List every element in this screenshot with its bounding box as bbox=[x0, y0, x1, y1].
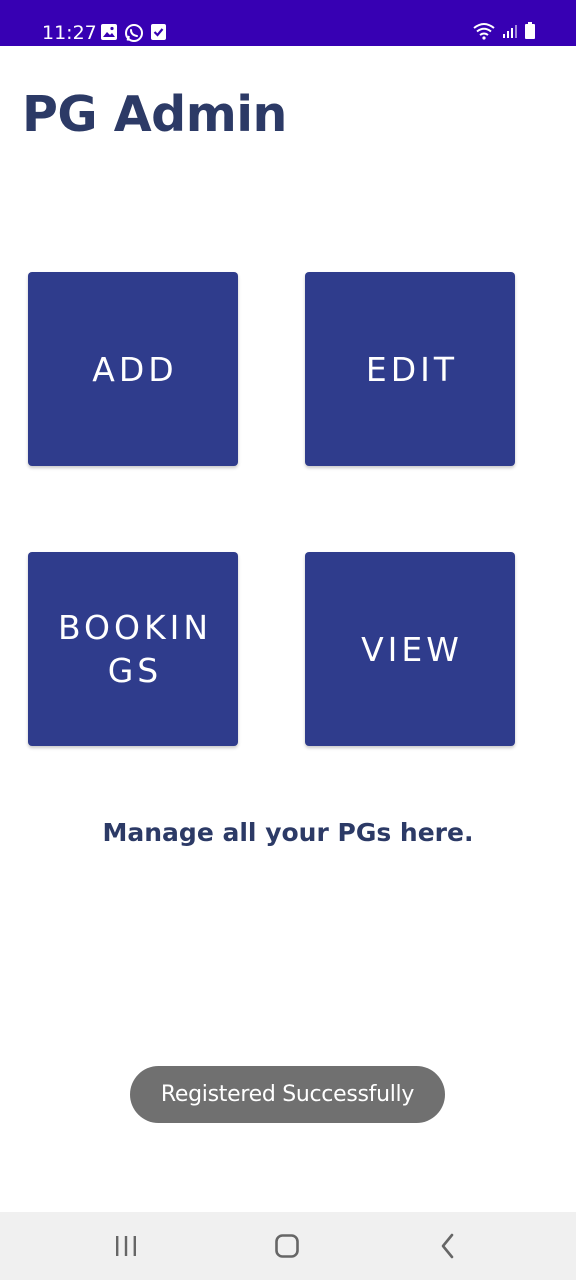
bookings-button[interactable]: BOOKINGS bbox=[28, 552, 238, 746]
recent-apps-icon bbox=[116, 1236, 136, 1256]
tagline: Manage all your PGs here. bbox=[102, 818, 474, 847]
recent-apps-button[interactable] bbox=[81, 1212, 171, 1280]
whatsapp-icon bbox=[125, 24, 143, 42]
view-button[interactable]: VIEW bbox=[305, 552, 515, 746]
battery-icon bbox=[525, 22, 535, 39]
wifi-icon bbox=[473, 23, 495, 40]
navigation-bar bbox=[0, 1212, 576, 1280]
home-icon bbox=[275, 1234, 299, 1258]
view-button-label: VIEW bbox=[361, 629, 463, 669]
task-check-icon bbox=[151, 24, 166, 40]
toast-message: Registered Successfully bbox=[130, 1066, 445, 1123]
add-button[interactable]: ADD bbox=[28, 272, 238, 466]
toast-text: Registered Successfully bbox=[160, 1082, 415, 1107]
status-time: 11:27 bbox=[42, 22, 97, 44]
home-button[interactable] bbox=[242, 1212, 332, 1280]
cellular-signal-icon bbox=[503, 25, 517, 38]
page-title: PG Admin bbox=[22, 86, 287, 143]
notification-icons bbox=[100, 23, 167, 43]
back-button[interactable] bbox=[403, 1212, 493, 1280]
edit-button[interactable]: EDIT bbox=[305, 272, 515, 466]
gallery-icon bbox=[101, 24, 117, 40]
edit-button-label: EDIT bbox=[365, 349, 459, 389]
add-button-label: ADD bbox=[92, 349, 178, 389]
system-status-icons bbox=[472, 22, 536, 40]
status-bar: 11:27 bbox=[0, 0, 576, 46]
bookings-button-label: BOOKINGS bbox=[57, 608, 213, 690]
back-icon bbox=[441, 1233, 454, 1259]
